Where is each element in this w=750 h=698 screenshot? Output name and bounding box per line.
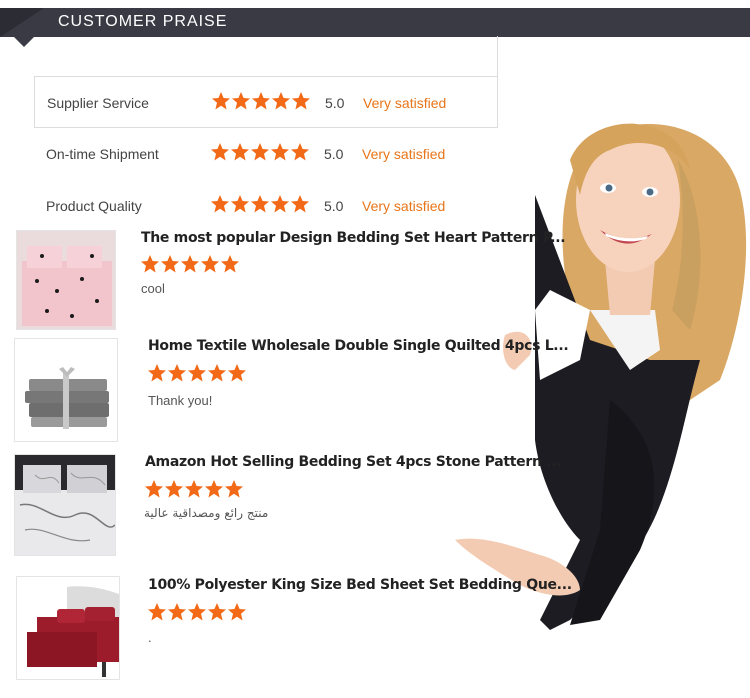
star-icon	[224, 479, 244, 499]
star-icon	[220, 254, 240, 274]
rating-row-on-time-shipment: On-time Shipment 5.0 Very satisfied	[34, 128, 498, 180]
rating-row-supplier-service: Supplier Service 5.0 Very satisfied	[34, 76, 498, 128]
review-stars	[147, 363, 247, 388]
star-icon	[230, 194, 250, 214]
review-product-title[interactable]: The most popular Design Bedding Set Hear…	[141, 230, 566, 246]
star-icon	[160, 254, 180, 274]
product-thumbnail[interactable]	[14, 338, 118, 442]
star-icon	[271, 91, 291, 111]
rating-verdict: Very satisfied	[363, 95, 447, 111]
marble-bedding-image	[15, 455, 115, 555]
product-thumbnail[interactable]	[16, 230, 116, 330]
star-icon	[290, 194, 310, 214]
review-comment: .	[148, 630, 152, 645]
star-icon	[147, 602, 167, 622]
star-icon	[204, 479, 224, 499]
rating-verdict: Very satisfied	[362, 198, 446, 214]
section-title: CUSTOMER PRAISE	[58, 13, 228, 30]
rating-stars	[210, 194, 310, 219]
review-item[interactable]: The most popular Design Bedding Set Hear…	[0, 228, 566, 338]
star-icon	[167, 363, 187, 383]
review-stars	[144, 479, 244, 504]
review-product-title[interactable]: 100% Polyester King Size Bed Sheet Set B…	[148, 577, 572, 593]
star-icon	[187, 602, 207, 622]
rating-row-product-quality: Product Quality 5.0 Very satisfied	[34, 180, 498, 232]
star-icon	[144, 479, 164, 499]
star-icon	[140, 254, 160, 274]
star-icon	[210, 194, 230, 214]
product-thumbnail[interactable]	[14, 454, 116, 556]
rating-verdict: Very satisfied	[362, 146, 446, 162]
star-icon	[250, 194, 270, 214]
star-icon	[270, 194, 290, 214]
star-icon	[180, 254, 200, 274]
star-icon	[270, 142, 290, 162]
star-icon	[227, 602, 247, 622]
review-item[interactable]: Amazon Hot Selling Bedding Set 4pcs Ston…	[0, 454, 562, 564]
star-icon	[210, 142, 230, 162]
banner-tab-notch	[14, 37, 34, 47]
rating-label: On-time Shipment	[46, 146, 159, 162]
star-icon	[200, 254, 220, 274]
star-icon	[227, 363, 247, 383]
star-icon	[251, 91, 271, 111]
pink-heart-bedding-image	[17, 231, 115, 329]
star-icon	[211, 91, 231, 111]
review-product-title[interactable]: Home Textile Wholesale Double Single Qui…	[148, 338, 569, 354]
star-icon	[291, 91, 311, 111]
star-icon	[230, 142, 250, 162]
star-icon	[187, 363, 207, 383]
review-stars	[140, 254, 240, 279]
star-icon	[250, 142, 270, 162]
star-icon	[207, 363, 227, 383]
rating-label: Supplier Service	[47, 95, 149, 111]
banner-corner	[0, 8, 44, 37]
star-icon	[147, 363, 167, 383]
review-item[interactable]: Home Textile Wholesale Double Single Qui…	[0, 338, 569, 448]
star-icon	[167, 602, 187, 622]
review-comment: منتج رائع ومصداقية عالية	[144, 506, 269, 520]
star-icon	[231, 91, 251, 111]
product-thumbnail[interactable]	[16, 576, 120, 680]
star-icon	[290, 142, 310, 162]
rating-score: 5.0	[324, 146, 344, 162]
rating-label: Product Quality	[46, 198, 142, 214]
star-icon	[164, 479, 184, 499]
rating-score: 5.0	[324, 198, 344, 214]
review-stars	[147, 602, 247, 627]
star-icon	[184, 479, 204, 499]
review-item[interactable]: 100% Polyester King Size Bed Sheet Set B…	[0, 576, 572, 686]
table-divider	[497, 36, 498, 76]
rating-stars	[211, 91, 311, 116]
rating-stars	[210, 142, 310, 167]
review-product-title[interactable]: Amazon Hot Selling Bedding Set 4pcs Ston…	[145, 454, 562, 470]
red-bed-sheets-image	[17, 577, 119, 679]
rating-score: 5.0	[325, 95, 345, 111]
review-comment: Thank you!	[148, 393, 213, 408]
gray-folded-sheets-image	[15, 339, 117, 441]
ratings-table: Supplier Service 5.0 Very satisfied On-t…	[34, 36, 498, 228]
review-comment: cool	[141, 281, 165, 296]
star-icon	[207, 602, 227, 622]
